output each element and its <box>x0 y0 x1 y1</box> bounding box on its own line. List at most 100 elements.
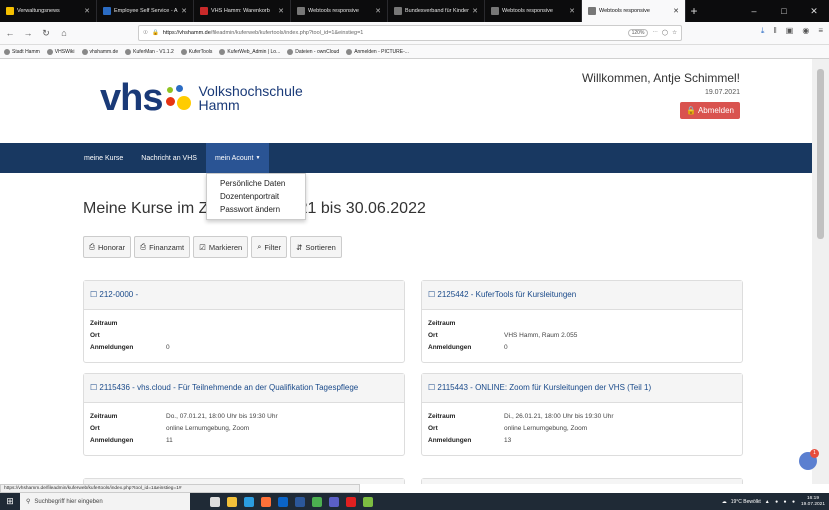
browser-tab[interactable]: VHS Hamm: Warenkorb ✕ <box>194 0 291 22</box>
word-icon[interactable] <box>295 496 305 507</box>
bookmark-item[interactable]: vhshamm.de <box>81 48 118 55</box>
weather-icon: ☁ <box>721 498 727 505</box>
checkbox-icon[interactable]: ☐ <box>90 383 99 392</box>
bookmark-item[interactable]: Dateien - ownCloud <box>287 48 340 55</box>
task-view-icon[interactable] <box>210 496 220 507</box>
course-details: Zeitraum Do., 07.01.21, 18:00 Uhr bis 19:… <box>84 403 404 455</box>
nav-item-account[interactable]: mein Acount ▼ <box>205 143 270 173</box>
bookmark-item[interactable]: KuferWeb_Admin | Lo... <box>219 48 280 55</box>
checkbox-icon: ☑ <box>199 242 206 252</box>
browser-tab[interactable]: Webtools responsive ✕ <box>291 0 388 22</box>
library-icon[interactable]: ‖ <box>773 26 776 36</box>
account-icon[interactable]: ◉ <box>802 26 809 36</box>
page-scrollbar[interactable] <box>812 59 829 484</box>
logout-button[interactable]: 🔒 Abmelden <box>680 102 740 119</box>
new-tab-icon[interactable]: + <box>686 0 702 22</box>
toolbar-button-finanzamt[interactable]: ⎙ Finanzamt <box>134 236 191 258</box>
reload-icon[interactable]: ↻ <box>40 28 52 39</box>
tab-close-icon[interactable]: ✕ <box>278 7 284 15</box>
detail-row: Anmeldungen 0 <box>428 344 508 351</box>
nav-item-meine-kurse[interactable]: meine Kurse <box>75 143 132 173</box>
firefox-icon[interactable] <box>261 496 271 507</box>
tab-close-icon[interactable]: ✕ <box>569 7 575 15</box>
account-dropdown: Persönliche Daten Dozentenportrait Passw… <box>206 173 306 220</box>
forward-icon[interactable]: → <box>22 28 34 38</box>
home-icon[interactable]: ⌂ <box>58 28 70 38</box>
detail-row: Zeitraum Do., 07.01.21, 18:00 Uhr bis 19:… <box>90 413 278 420</box>
back-icon[interactable]: ← <box>4 28 16 38</box>
chrome-icon[interactable] <box>312 496 322 507</box>
detail-row: Ort online Lernumgebung, Zoom <box>428 425 588 432</box>
browser-navbar: ← → ↻ ⌂ ☉ 🔒 https://vhshamm.de/fileadmin… <box>0 22 829 45</box>
tab-close-icon[interactable]: ✕ <box>472 7 478 15</box>
scrollbar-thumb[interactable] <box>817 69 824 239</box>
star-icon[interactable]: ☆ <box>672 30 677 36</box>
bookmark-label: Dateien - ownCloud <box>295 48 340 55</box>
explorer-icon[interactable] <box>227 496 237 507</box>
browser-tab[interactable]: Employee Self Service - Ann ✕ <box>97 0 194 22</box>
browser-tab[interactable]: Bundesverband für Kindertage✕ <box>388 0 485 22</box>
course-title[interactable]: ☐ 2125442 - KuferTools für Kursleitungen <box>422 281 742 310</box>
checkbox-icon[interactable]: ☐ <box>90 290 99 299</box>
checkbox-icon[interactable]: ☐ <box>428 290 437 299</box>
bookmark-item[interactable]: Anmelden - PICTURE-... <box>346 48 409 55</box>
close-window-icon[interactable]: ✕ <box>799 0 829 22</box>
acrobat-icon[interactable] <box>346 496 356 507</box>
url-bar[interactable]: ☉ 🔒 https://vhshamm.de/fileadmin/kuferwe… <box>138 25 682 41</box>
bookmark-item[interactable]: KuferTools <box>180 48 212 55</box>
browser-tab[interactable]: Verwaltungsnews ✕ <box>0 0 97 22</box>
detail-row: Ort VHS Hamm, Raum 2.055 <box>428 332 578 339</box>
sidebar-icon[interactable]: ▣ <box>786 26 794 36</box>
download-icon[interactable]: ⤓ <box>761 26 765 36</box>
bookmark-item[interactable]: KuferMan - V1.1.2 <box>125 48 174 55</box>
course-title[interactable]: ☐ 2115443 - ONLINE: Zoom für Kursleitung… <box>422 374 742 403</box>
course-title[interactable]: ☐ 2115436 - vhs.cloud - Für Teilnehmende… <box>84 374 404 403</box>
detail-row: Anmeldungen 11 <box>90 437 173 444</box>
browser-tab[interactable]: Webtools responsive ✕ <box>582 0 686 22</box>
clock[interactable]: 16:19 19.07.2021 <box>801 496 825 508</box>
outlook-icon[interactable] <box>278 496 288 507</box>
detail-row: Zeitraum Di., 26.01.21, 18:00 Uhr bis 19:… <box>428 413 614 420</box>
nav-item-nachricht[interactable]: Nachricht an VHS <box>132 143 206 173</box>
minimize-icon[interactable]: – <box>739 0 769 22</box>
tab-close-icon[interactable]: ✕ <box>181 7 187 15</box>
detail-row: Zeitraum <box>90 320 118 327</box>
dropdown-item-personal-data[interactable]: Persönliche Daten <box>207 177 305 190</box>
web-page: vhs Volkshochschule Hamm Willkommen, Antj… <box>0 59 812 484</box>
edge-icon[interactable] <box>244 496 254 507</box>
tab-close-icon[interactable]: ✕ <box>673 7 679 15</box>
app-icon[interactable] <box>363 496 373 507</box>
browser-tab[interactable]: Webtools responsive ✕ <box>485 0 582 22</box>
zoom-indicator[interactable]: 120% <box>627 29 649 37</box>
dropdown-item-password[interactable]: Passwort ändern <box>207 203 305 216</box>
vhs-logo[interactable]: vhs Volkshochschule Hamm <box>100 79 303 117</box>
toolbar-button-filter[interactable]: ⌕ Filter <box>251 236 288 258</box>
bookmark-icon <box>287 48 294 55</box>
teams-icon[interactable] <box>329 496 339 507</box>
chat-widget-button[interactable]: 1 <box>799 449 819 470</box>
taskbar-search[interactable]: ⚲ Suchbegriff hier eingeben <box>20 493 190 510</box>
toolbar-button-markieren[interactable]: ☑ Markieren <box>193 236 249 258</box>
brand-name: Volkshochschule Hamm <box>198 83 303 113</box>
detail-row: Anmeldungen 0 <box>90 344 170 351</box>
bookmark-icon <box>219 48 226 55</box>
course-title[interactable]: ☐ 2115447 - ONLINE: Zoom für Kursleitung… <box>422 479 742 484</box>
shield-icon: ☉ <box>143 30 148 36</box>
windows-start-icon[interactable]: ⊞ <box>0 496 20 507</box>
tab-close-icon[interactable]: ✕ <box>84 7 90 15</box>
menu-icon[interactable]: ≡ <box>818 26 823 36</box>
toolbar-button-honorar[interactable]: ⎙ Honorar <box>83 236 132 258</box>
toolbar-button-sortieren[interactable]: ⇵ Sortieren <box>290 236 342 258</box>
dropdown-item-portrait[interactable]: Dozentenportrait <box>207 190 305 203</box>
print-icon: ⎙ <box>89 242 95 251</box>
pocket-icon[interactable]: ◯ <box>662 30 668 36</box>
bookmark-item[interactable]: Stadt Hamm <box>4 48 40 55</box>
more-icon[interactable]: ⋯ <box>652 30 658 36</box>
course-details: Zeitraum Ort VHS Hamm, Raum 2.055 Anmeldung… <box>422 310 742 362</box>
maximize-icon[interactable]: □ <box>769 0 799 22</box>
tab-close-icon[interactable]: ✕ <box>375 7 381 15</box>
course-title[interactable]: ☐ 212-0000 - <box>84 281 404 310</box>
bookmark-item[interactable]: VHSWiki <box>46 48 75 55</box>
checkbox-icon[interactable]: ☐ <box>428 383 437 392</box>
tab-label: Verwaltungsnews <box>17 8 60 14</box>
